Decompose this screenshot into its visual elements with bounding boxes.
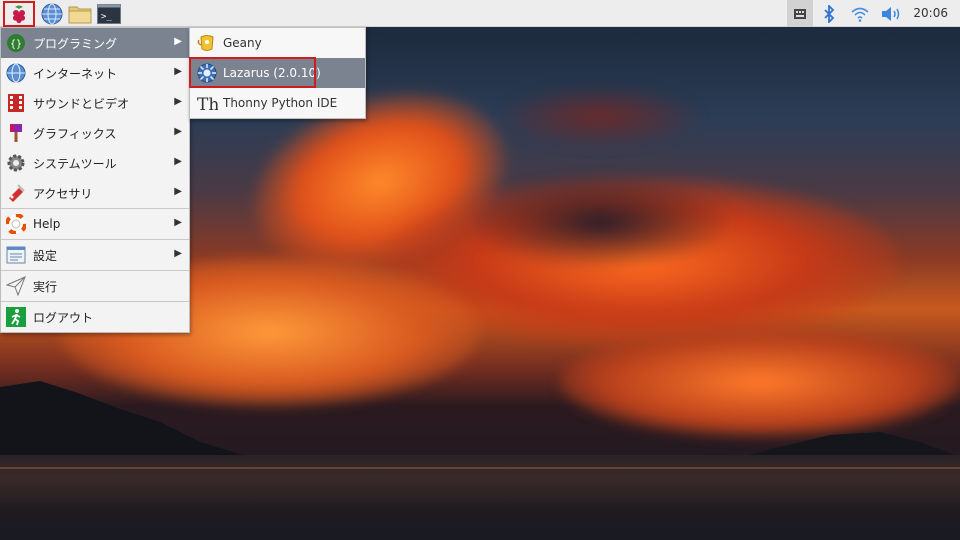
menu-item-sound-video[interactable]: サウンドとビデオ ▶: [1, 88, 189, 118]
menu-item-logout[interactable]: ログアウト: [1, 302, 189, 332]
terminal-launcher[interactable]: >_: [97, 2, 121, 25]
keyboard-tray[interactable]: [787, 0, 813, 27]
menu-item-internet[interactable]: インターネット ▶: [1, 58, 189, 88]
menu-item-label: システムツール: [33, 156, 117, 171]
submenu-item-label: Thonny Python IDE: [223, 96, 338, 110]
menu-item-label: 設定: [33, 248, 58, 263]
svg-text:{}: {}: [10, 39, 22, 50]
menu-item-label: グラフィックス: [33, 126, 117, 141]
raspberry-icon: [12, 5, 26, 24]
top-panel: >_ 20:06: [0, 0, 960, 27]
programming-icon: {}: [7, 34, 25, 52]
menu-item-programming[interactable]: {} プログラミング ▶: [1, 28, 189, 58]
submenu-arrow-icon: ▶: [174, 126, 182, 137]
programming-submenu: Geany Lazarus (2.0.10) Th Thonny Python …: [189, 27, 366, 119]
logout-icon: [6, 307, 26, 327]
menu-item-system-tools[interactable]: システムツール ▶: [1, 148, 189, 178]
submenu-arrow-icon: ▶: [174, 36, 182, 47]
graphics-icon: [10, 124, 22, 142]
file-manager-launcher[interactable]: [68, 2, 92, 25]
bluetooth-tray[interactable]: [818, 0, 840, 27]
submenu-arrow-icon: ▶: [174, 217, 182, 228]
lazarus-icon: [197, 63, 217, 83]
menu-item-label: ログアウト: [33, 310, 94, 325]
submenu-item-label: Lazarus (2.0.10): [223, 66, 321, 80]
internet-icon: [6, 63, 26, 83]
run-icon: [6, 276, 26, 296]
settings-icon: [6, 246, 26, 264]
volume-tray[interactable]: [878, 0, 904, 27]
menu-item-label: アクセサリ: [33, 186, 93, 201]
folder-icon: [68, 6, 92, 23]
accessories-icon: [9, 184, 25, 202]
menu-item-settings[interactable]: 設定 ▶: [1, 240, 189, 270]
submenu-item-geany[interactable]: Geany: [190, 28, 365, 58]
menu-item-label: インターネット: [33, 66, 118, 81]
submenu-arrow-icon: ▶: [174, 96, 182, 107]
globe-icon: [41, 3, 63, 24]
menu-item-graphics[interactable]: グラフィックス ▶: [1, 118, 189, 148]
help-icon: [6, 214, 26, 234]
menu-button[interactable]: [3, 1, 35, 27]
sound-video-icon: [8, 94, 24, 112]
geany-icon: [197, 35, 214, 51]
submenu-item-thonny[interactable]: Th Thonny Python IDE: [190, 88, 365, 118]
wifi-icon: [851, 7, 869, 22]
svg-text:Th: Th: [197, 95, 218, 113]
keyboard-icon: [794, 8, 806, 19]
application-menu: {} プログラミング ▶ インターネット ▶ サウンドとビデオ ▶ グラフィック…: [0, 27, 190, 333]
browser-launcher[interactable]: [40, 2, 64, 25]
submenu-arrow-icon: ▶: [174, 66, 182, 77]
bluetooth-icon: [824, 4, 835, 23]
menu-item-help[interactable]: Help ▶: [1, 209, 189, 239]
svg-text:>_: >_: [101, 12, 112, 22]
menu-item-run[interactable]: 実行: [1, 271, 189, 301]
volume-icon: [882, 6, 900, 21]
thonny-icon: Th: [197, 95, 218, 113]
clock[interactable]: 20:06: [913, 6, 948, 20]
submenu-item-label: Geany: [223, 36, 262, 50]
menu-item-accessories[interactable]: アクセサリ ▶: [1, 178, 189, 208]
system-tools-icon: [7, 154, 25, 172]
submenu-item-lazarus[interactable]: Lazarus (2.0.10): [190, 58, 365, 88]
menu-item-label: プログラミング: [33, 36, 118, 51]
menu-item-label: サウンドとビデオ: [33, 96, 130, 111]
terminal-icon: >_: [97, 3, 121, 24]
wifi-tray[interactable]: [848, 0, 872, 27]
menu-item-label: 実行: [33, 279, 58, 294]
menu-item-label: Help: [33, 217, 61, 231]
submenu-arrow-icon: ▶: [174, 186, 182, 197]
submenu-arrow-icon: ▶: [174, 156, 182, 167]
submenu-arrow-icon: ▶: [174, 248, 182, 259]
